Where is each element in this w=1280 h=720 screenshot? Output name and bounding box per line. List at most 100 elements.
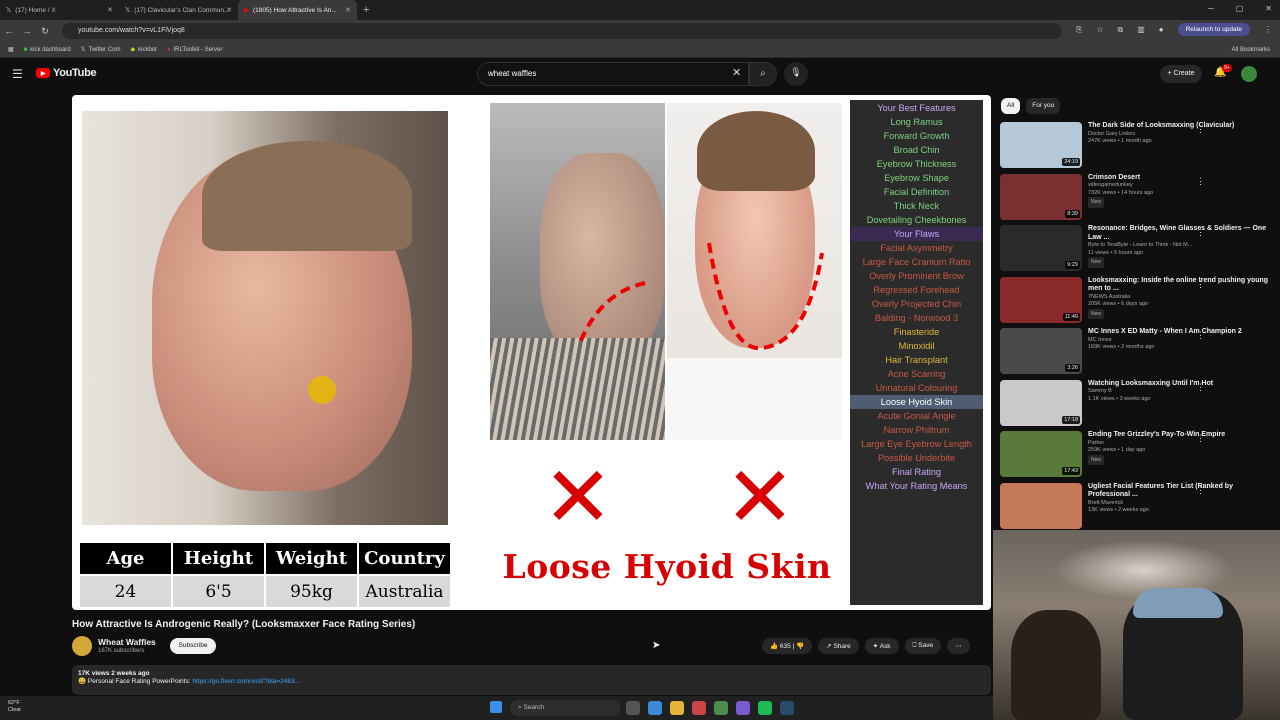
- video-thumbnail[interactable]: 9:29: [1000, 225, 1082, 271]
- rec-channel[interactable]: Doctor Gary Linkov: [1088, 131, 1234, 139]
- more-options-icon[interactable]: ⋮: [1196, 227, 1205, 238]
- weather-widget[interactable]: 62°F Clear: [8, 700, 21, 714]
- browser-icon[interactable]: [648, 701, 662, 715]
- attr-value: 95kg: [266, 576, 357, 607]
- star-icon[interactable]: ☆: [1096, 25, 1103, 34]
- create-button[interactable]: + Create: [1160, 65, 1202, 83]
- browser-tab[interactable]: 𝕏 (17) Clavicular's Clan Commun... ✕: [119, 0, 238, 20]
- channel-avatar[interactable]: [72, 636, 92, 656]
- rec-title[interactable]: Looksmaxxing: Inside the online trend pu…: [1088, 277, 1275, 294]
- rec-channel[interactable]: MC Innes: [1088, 337, 1242, 345]
- ask-button[interactable]: ✦ Ask: [864, 638, 899, 654]
- more-actions-button[interactable]: ⋯: [947, 638, 970, 654]
- video-thumbnail[interactable]: 17:43: [1000, 431, 1082, 477]
- close-icon[interactable]: ✕: [345, 6, 351, 14]
- rec-channel[interactable]: Sammy B: [1088, 388, 1213, 396]
- more-options-icon[interactable]: ⋮: [1196, 124, 1205, 135]
- video-player[interactable]: Age Height Weight Country 24 6'5 95kg Au…: [72, 95, 991, 610]
- rec-title[interactable]: Crimson Desert: [1088, 174, 1153, 183]
- more-options-icon[interactable]: ⋮: [1196, 382, 1205, 393]
- relaunch-button[interactable]: Relaunch to update: [1177, 23, 1250, 36]
- hamburger-menu-icon[interactable]: ☰: [12, 67, 23, 81]
- more-options-icon[interactable]: ⋮: [1196, 485, 1205, 496]
- browser-tab[interactable]: 𝕏 (17) Home / X ✕: [0, 0, 119, 20]
- filter-chip-all[interactable]: All: [1001, 98, 1021, 114]
- filter-chip-for-you[interactable]: For you: [1026, 98, 1061, 114]
- sidebar-icon[interactable]: ▥: [1137, 25, 1145, 34]
- voice-search-button[interactable]: 🎙: [784, 62, 808, 86]
- channel-name[interactable]: Wheat Waffles: [98, 637, 156, 647]
- video-thumbnail[interactable]: [1000, 482, 1082, 529]
- bookmark-item[interactable]: ● IRLToolkit - Server: [167, 47, 223, 53]
- recommended-video[interactable]: 17:18 Watching Looksmaxxing Until I'm Hot…: [1000, 379, 1275, 432]
- close-icon[interactable]: ✕: [226, 6, 232, 14]
- recommended-video[interactable]: 11:49 Looksmaxxing: Inside the online tre…: [1000, 276, 1275, 329]
- browser-tab-active[interactable]: ▶ (1805) How Attractive Is An... ✕: [238, 0, 357, 20]
- file-explorer-icon[interactable]: [670, 701, 684, 715]
- more-options-icon[interactable]: ⋮: [1196, 433, 1205, 444]
- extension-icon[interactable]: ⧉: [1117, 25, 1123, 35]
- rec-channel[interactable]: 7NEWS Australia: [1088, 294, 1275, 302]
- menu-dots-icon[interactable]: ⋮: [1264, 25, 1272, 34]
- clear-search-icon[interactable]: ✕: [732, 66, 741, 79]
- more-options-icon[interactable]: ⋮: [1196, 330, 1205, 341]
- close-icon[interactable]: ✕: [107, 6, 113, 14]
- save-button[interactable]: ⎕ Save: [904, 638, 942, 654]
- recommended-video[interactable]: 24:19 The Dark Side of Looksmaxxing (Clav…: [1000, 122, 1275, 174]
- all-bookmarks[interactable]: All Bookmarks: [1232, 47, 1270, 53]
- steam-icon[interactable]: [780, 701, 794, 715]
- rec-title[interactable]: MC Innes X ED Matty - When I Am Champion…: [1088, 328, 1242, 337]
- close-window-icon[interactable]: ✕: [1265, 4, 1272, 13]
- more-options-icon[interactable]: ⋮: [1196, 176, 1205, 187]
- video-thumbnail[interactable]: 11:49: [1000, 276, 1082, 323]
- reload-icon[interactable]: ↻: [36, 26, 54, 37]
- video-thumbnail[interactable]: 17:18: [1000, 379, 1082, 426]
- recommended-video[interactable]: 9:29 Resonance: Bridges, Wine Glasses & S…: [1000, 225, 1275, 277]
- search-button[interactable]: ⌕: [749, 62, 777, 86]
- maximize-icon[interactable]: ▢: [1236, 4, 1244, 13]
- new-tab-button[interactable]: +: [363, 4, 369, 16]
- rec-title[interactable]: Ugliest Facial Features Tier List (Ranke…: [1088, 483, 1275, 500]
- rec-title[interactable]: Watching Looksmaxxing Until I'm Hot: [1088, 380, 1213, 389]
- taskbar-search[interactable]: ⌕ Search: [510, 700, 620, 716]
- app-icon[interactable]: [692, 701, 706, 715]
- rec-channel[interactable]: Byte to TeraByte - Learn to Think - Not …: [1088, 242, 1275, 250]
- description-box[interactable]: 17K views 2 weeks ago 😀 Personal Face Ra…: [72, 665, 991, 695]
- like-button[interactable]: 👍 635 | 👎: [762, 638, 813, 654]
- youtube-logo[interactable]: ▶ YouTube: [36, 67, 97, 79]
- minimize-icon[interactable]: ─: [1208, 4, 1214, 13]
- description-link[interactable]: https://go.fiverr.com/visit/?bta=2483...: [192, 678, 300, 685]
- recommended-video[interactable]: 3:26 MC Innes X ED Matty - When I Am Cham…: [1000, 328, 1275, 380]
- chrome-icon[interactable]: [714, 701, 728, 715]
- recommended-video[interactable]: 17:43 Ending Tee Grizzley's Pay-To-Win Em…: [1000, 431, 1275, 483]
- bookmark-item[interactable]: ■ kick dashboard: [24, 47, 71, 53]
- account-avatar[interactable]: [1241, 66, 1257, 82]
- recommended-video[interactable]: 8:39 Crimson Desert videogamedunkey 732K vi…: [1000, 173, 1275, 226]
- more-options-icon[interactable]: ⋮: [1196, 279, 1205, 290]
- share-button[interactable]: ↗ Share: [818, 638, 859, 654]
- video-thumbnail[interactable]: 3:26: [1000, 328, 1082, 374]
- recommended-video[interactable]: Ugliest Facial Features Tier List (Ranke…: [1000, 482, 1275, 535]
- rec-title[interactable]: Resonance: Bridges, Wine Glasses & Soldi…: [1088, 225, 1275, 242]
- forward-icon[interactable]: →: [18, 26, 36, 36]
- bookmark-item[interactable]: 𝕏 Twitter Com: [81, 46, 121, 54]
- back-icon[interactable]: ←: [0, 26, 18, 36]
- apps-icon[interactable]: ▦: [8, 46, 14, 53]
- rec-channel[interactable]: Brett Maverick: [1088, 500, 1275, 508]
- spotify-icon[interactable]: [758, 701, 772, 715]
- subscribe-button[interactable]: Subscribe: [170, 638, 216, 654]
- video-thumbnail[interactable]: 24:19: [1000, 122, 1082, 168]
- thumbs-down-icon[interactable]: 👎: [796, 643, 804, 650]
- bookmark-item[interactable]: ◆ kickbot: [131, 46, 157, 54]
- discord-icon[interactable]: [736, 701, 750, 715]
- rec-channel[interactable]: videogamedunkey: [1088, 182, 1153, 190]
- profile-icon[interactable]: ●: [1159, 25, 1164, 34]
- rec-title[interactable]: The Dark Side of Looksmaxxing (Clavicula…: [1088, 122, 1234, 131]
- url-field[interactable]: youtube.com/watch?v=vL1FiVjoq8: [62, 23, 1062, 39]
- windows-start-icon[interactable]: [490, 701, 502, 713]
- video-thumbnail[interactable]: 8:39: [1000, 173, 1082, 220]
- task-view-icon[interactable]: [626, 701, 640, 715]
- install-icon[interactable]: ⎘: [1076, 25, 1082, 35]
- share-icon: ↗: [826, 643, 832, 650]
- search-input[interactable]: wheat waffles: [477, 62, 749, 86]
